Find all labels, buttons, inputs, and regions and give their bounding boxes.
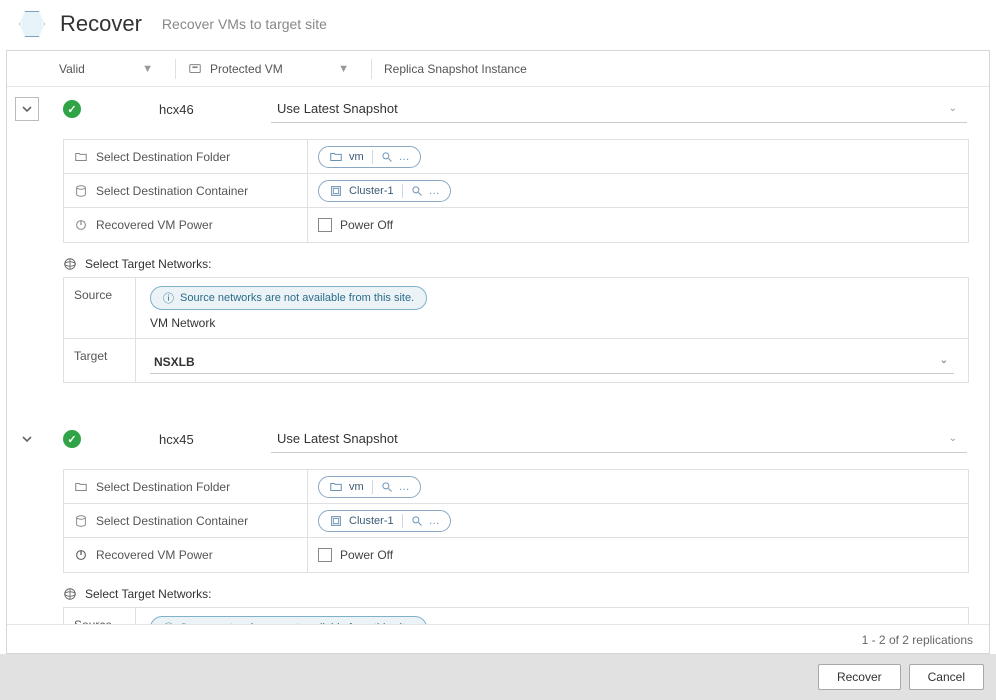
dest-folder-chip[interactable]: vm … bbox=[318, 476, 421, 498]
dest-container-label: Select Destination Container bbox=[96, 514, 248, 528]
folder-icon bbox=[74, 480, 88, 494]
cluster-icon bbox=[329, 514, 343, 528]
target-network-select[interactable]: NSXLB ⌄ bbox=[150, 351, 954, 374]
folder-value: vm bbox=[349, 481, 364, 493]
browse-icon[interactable] bbox=[381, 151, 393, 163]
dialog-header: Recover Recover VMs to target site bbox=[0, 0, 996, 50]
status-ok-icon bbox=[63, 430, 81, 448]
power-label: Recovered VM Power bbox=[96, 548, 213, 562]
power-icon bbox=[74, 548, 88, 562]
container-value: Cluster-1 bbox=[349, 515, 394, 527]
source-label: Source bbox=[64, 278, 136, 338]
vm-icon bbox=[188, 62, 202, 76]
column-replica-snapshot: Replica Snapshot Instance bbox=[372, 62, 989, 76]
column-protected-vm[interactable]: Protected VM ▼ bbox=[176, 62, 371, 76]
snapshot-value: Use Latest Snapshot bbox=[277, 431, 398, 446]
power-off-checkbox[interactable] bbox=[318, 218, 332, 232]
dest-folder-label: Select Destination Folder bbox=[96, 150, 230, 164]
vm-name: hcx45 bbox=[81, 432, 271, 447]
filter-icon[interactable]: ▼ bbox=[142, 63, 153, 75]
source-info-pill: ⓘ Source networks are not available from… bbox=[150, 616, 427, 624]
dest-container-chip[interactable]: Cluster-1 … bbox=[318, 510, 451, 532]
folder-icon bbox=[74, 150, 88, 164]
recover-logo-icon bbox=[18, 10, 46, 38]
container-icon bbox=[74, 184, 88, 198]
snapshot-value: Use Latest Snapshot bbox=[277, 101, 398, 116]
dest-folder-label: Select Destination Folder bbox=[96, 480, 230, 494]
info-icon: ⓘ bbox=[163, 290, 174, 306]
dialog-footer: Recover Cancel bbox=[0, 654, 996, 700]
dest-container-chip[interactable]: Cluster-1 … bbox=[318, 180, 451, 202]
source-info-pill: ⓘ Source networks are not available from… bbox=[150, 286, 427, 310]
target-network-value: NSXLB bbox=[154, 355, 195, 369]
ellipsis-icon: … bbox=[429, 515, 440, 527]
select-networks-label: Select Target Networks: bbox=[85, 257, 212, 271]
status-ok-icon bbox=[63, 100, 81, 118]
target-label: Target bbox=[64, 339, 136, 382]
folder-icon bbox=[329, 480, 343, 494]
browse-icon[interactable] bbox=[411, 185, 423, 197]
cluster-icon bbox=[329, 184, 343, 198]
page-title: Recover bbox=[60, 11, 142, 37]
source-label: Source bbox=[64, 608, 136, 624]
ellipsis-icon: … bbox=[399, 481, 410, 493]
column-valid[interactable]: Valid ▼ bbox=[47, 62, 175, 76]
folder-icon bbox=[329, 150, 343, 164]
snapshot-select[interactable]: Use Latest Snapshot ⌄ bbox=[271, 95, 967, 123]
expand-toggle[interactable] bbox=[15, 97, 39, 121]
power-label: Recovered VM Power bbox=[96, 218, 213, 232]
column-headers: Valid ▼ Protected VM ▼ Replica Snapshot … bbox=[7, 51, 989, 87]
recover-button[interactable]: Recover bbox=[818, 664, 901, 690]
replication-item: hcx46 Use Latest Snapshot ⌄ Select Desti… bbox=[7, 87, 977, 391]
chevron-down-icon: ⌄ bbox=[940, 355, 948, 366]
replication-item: hcx45 Use Latest Snapshot ⌄ Select Desti… bbox=[7, 417, 977, 624]
cancel-button[interactable]: Cancel bbox=[909, 664, 984, 690]
folder-value: vm bbox=[349, 151, 364, 163]
info-text: Source networks are not available from t… bbox=[180, 292, 414, 304]
power-off-label: Power Off bbox=[340, 218, 393, 232]
snapshot-select[interactable]: Use Latest Snapshot ⌄ bbox=[271, 425, 967, 453]
browse-icon[interactable] bbox=[381, 481, 393, 493]
column-replica-label: Replica Snapshot Instance bbox=[384, 62, 527, 76]
container-icon bbox=[74, 514, 88, 528]
network-icon bbox=[63, 257, 77, 271]
network-icon bbox=[63, 587, 77, 601]
column-valid-label: Valid bbox=[59, 62, 85, 76]
chevron-down-icon: ⌄ bbox=[949, 433, 957, 444]
chevron-down-icon: ⌄ bbox=[949, 103, 957, 114]
power-icon bbox=[74, 218, 88, 232]
ellipsis-icon: … bbox=[429, 185, 440, 197]
page-subtitle: Recover VMs to target site bbox=[162, 16, 327, 32]
select-networks-label: Select Target Networks: bbox=[85, 587, 212, 601]
container-value: Cluster-1 bbox=[349, 185, 394, 197]
filter-icon[interactable]: ▼ bbox=[338, 63, 349, 75]
browse-icon[interactable] bbox=[411, 515, 423, 527]
power-off-label: Power Off bbox=[340, 548, 393, 562]
power-off-checkbox[interactable] bbox=[318, 548, 332, 562]
ellipsis-icon: … bbox=[399, 151, 410, 163]
status-bar: 1 - 2 of 2 replications bbox=[7, 624, 989, 653]
vm-name: hcx46 bbox=[81, 102, 271, 117]
expand-toggle[interactable] bbox=[15, 427, 39, 451]
dest-folder-chip[interactable]: vm … bbox=[318, 146, 421, 168]
column-protected-label: Protected VM bbox=[210, 62, 283, 76]
dest-container-label: Select Destination Container bbox=[96, 184, 248, 198]
source-network-value: VM Network bbox=[150, 316, 954, 330]
